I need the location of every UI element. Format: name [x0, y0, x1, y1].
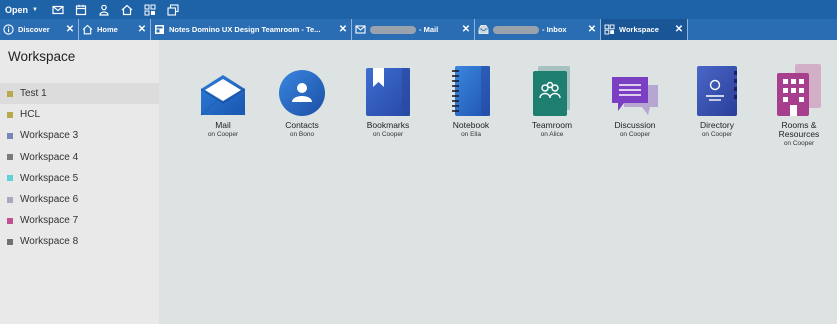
caret-down-icon: ▼ [32, 6, 38, 13]
workspace-app-grid: Mail on Cooper Contacts on Bono Bookmark… [159, 40, 837, 324]
windows-icon[interactable] [166, 3, 180, 17]
app-owner: on Cooper [783, 140, 815, 147]
sidebar-item-workspace-8[interactable]: Workspace 8 [0, 231, 159, 252]
sidebar-item-label: HCL [20, 109, 41, 121]
app-name: Teamroom [531, 120, 573, 130]
tab-label: Workspace [619, 25, 659, 34]
tab-home[interactable]: Home ✕ [79, 19, 151, 40]
app-owner: on Ella [461, 131, 481, 138]
app-tile-discussion[interactable]: Discussion on Cooper [599, 67, 671, 139]
tab-label: - Mail [419, 25, 439, 34]
workspace-sidebar: Workspace Test 1 HCL Workspace 3 Workspa… [0, 40, 159, 324]
app-owner: on Alice [540, 131, 564, 138]
inbox-icon [478, 24, 489, 35]
app-owner: on Cooper [207, 131, 239, 138]
close-icon[interactable]: ✕ [134, 24, 150, 35]
mail-icon[interactable] [51, 3, 65, 17]
app-name: Discussion [614, 120, 656, 130]
color-swatch [7, 90, 13, 97]
teamroom-icon [154, 24, 165, 35]
sidebar-item-label: Workspace 5 [20, 172, 79, 184]
open-menu-label: Open [5, 4, 29, 15]
close-icon[interactable]: ✕ [458, 24, 474, 35]
color-swatch [7, 175, 13, 182]
sidebar-item-workspace-5[interactable]: Workspace 5 [0, 168, 159, 189]
workspace-icon[interactable] [143, 3, 157, 17]
tab-label: Discover [18, 25, 50, 34]
redacted-name [493, 25, 539, 34]
app-name: Bookmarks [366, 120, 410, 130]
color-swatch [7, 217, 13, 224]
app-owner: on Cooper [619, 131, 651, 138]
open-menu-button[interactable]: Open ▼ [0, 5, 42, 15]
home-icon [82, 24, 93, 35]
sidebar-item-label: Workspace 8 [20, 236, 79, 248]
app-name: Mail [215, 120, 231, 130]
tab-workspace[interactable]: Workspace ✕ [601, 19, 688, 40]
calendar-icon[interactable] [74, 3, 88, 17]
notebook-app-icon [445, 66, 497, 117]
tab-teamroom[interactable]: Notes Domino UX Design Teamroom - Te... … [151, 19, 352, 40]
app-tile-mail[interactable]: Mail on Cooper [187, 67, 259, 139]
app-tile-rooms-resources[interactable]: Rooms & Resources on Cooper [763, 64, 835, 148]
tab-label: Home [97, 25, 118, 34]
contacts-app-icon [276, 67, 328, 117]
info-icon [3, 24, 14, 35]
close-icon[interactable]: ✕ [335, 24, 351, 35]
close-icon[interactable]: ✕ [62, 24, 78, 35]
sidebar-item-workspace-7[interactable]: Workspace 7 [0, 210, 159, 231]
redacted-name [370, 25, 416, 34]
tab-bar: Discover ✕ Home ✕ Notes Domino UX Design… [0, 19, 837, 40]
app-name: Contacts [285, 120, 319, 130]
app-name: Directory [699, 120, 734, 130]
teamroom-app-icon [526, 66, 578, 117]
directory-app-icon [691, 66, 743, 117]
mail-icon [355, 24, 366, 35]
workspace-icon [604, 24, 615, 35]
tab-mail[interactable]: - Mail ✕ [352, 19, 475, 40]
app-name: Notebook [452, 120, 490, 130]
app-owner: on Cooper [372, 131, 404, 138]
color-swatch [7, 154, 13, 161]
sidebar-item-workspace-3[interactable]: Workspace 3 [0, 125, 159, 146]
top-toolbar: Open ▼ [0, 0, 837, 19]
app-owner: on Bono [289, 131, 315, 138]
sidebar-item-workspace-6[interactable]: Workspace 6 [0, 189, 159, 210]
sidebar-item-label: Test 1 [20, 88, 47, 100]
close-icon[interactable]: ✕ [671, 24, 687, 35]
app-tile-contacts[interactable]: Contacts on Bono [266, 67, 338, 139]
contacts-icon[interactable] [97, 3, 111, 17]
workspace-list: Test 1 HCL Workspace 3 Workspace 4 Works… [0, 83, 159, 253]
close-icon[interactable]: ✕ [584, 24, 600, 35]
home-icon[interactable] [120, 3, 134, 17]
color-swatch [7, 111, 13, 118]
app-tile-directory[interactable]: Directory on Cooper [681, 66, 753, 139]
sidebar-item-hcl[interactable]: HCL [0, 104, 159, 125]
color-swatch [7, 238, 13, 245]
rooms-resources-app-icon [773, 64, 825, 117]
app-owner: on Cooper [701, 131, 733, 138]
app-tile-notebook[interactable]: Notebook on Ella [435, 66, 507, 139]
app-tile-bookmarks[interactable]: Bookmarks on Cooper [352, 67, 424, 139]
sidebar-item-label: Workspace 6 [20, 194, 79, 206]
tab-inbox[interactable]: - Inbox ✕ [475, 19, 601, 40]
app-name: Rooms & Resources [778, 120, 820, 139]
color-swatch [7, 132, 13, 139]
sidebar-item-label: Workspace 4 [20, 151, 79, 163]
tab-discover[interactable]: Discover ✕ [0, 19, 79, 40]
app-tile-teamroom[interactable]: Teamroom on Alice [516, 66, 588, 139]
sidebar-item-label: Workspace 7 [20, 215, 79, 227]
mail-app-icon [197, 67, 249, 117]
sidebar-title: Workspace [8, 49, 76, 64]
sidebar-item-workspace-4[interactable]: Workspace 4 [0, 147, 159, 168]
sidebar-item-label: Workspace 3 [20, 130, 79, 142]
color-swatch [7, 196, 13, 203]
sidebar-item-test-1[interactable]: Test 1 [0, 83, 159, 105]
tab-label: Notes Domino UX Design Teamroom - Te... [169, 25, 321, 34]
bookmarks-app-icon [362, 67, 414, 117]
tab-label: - Inbox [542, 25, 567, 34]
discussion-app-icon [609, 67, 661, 117]
